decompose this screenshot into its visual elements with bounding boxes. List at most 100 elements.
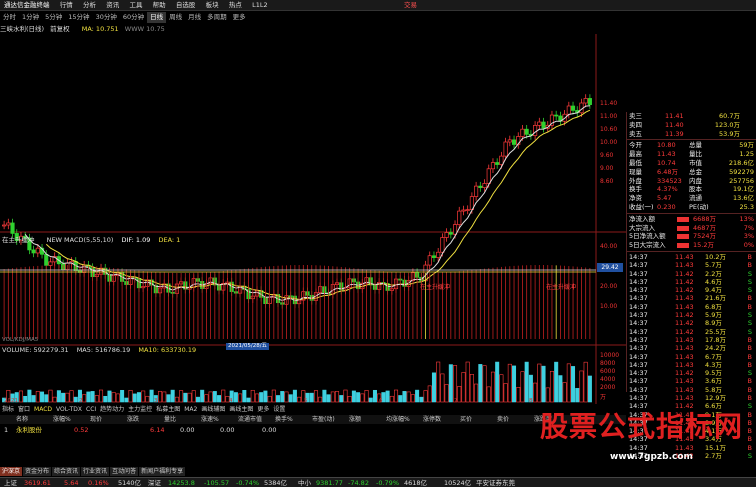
- indicator-tab[interactable]: CCI: [84, 405, 98, 414]
- indicator-tab[interactable]: 趋势动力: [98, 405, 126, 414]
- indicator-tab[interactable]: 画线辅图: [199, 405, 227, 414]
- stat-value: 59万: [739, 141, 754, 150]
- column-header[interactable]: 卖价: [497, 415, 509, 424]
- bottom-tab[interactable]: 资金分布: [23, 467, 52, 476]
- menu-item[interactable]: 板块: [202, 0, 223, 11]
- menu-item[interactable]: 自选股: [172, 0, 200, 11]
- indicator-tab[interactable]: 设置: [271, 405, 287, 414]
- menu-item[interactable]: 分析: [79, 0, 100, 11]
- volume-bar: [541, 365, 546, 403]
- indicator-tab[interactable]: MACD: [32, 405, 54, 414]
- candle-body: [10, 222, 15, 234]
- indicator-tab[interactable]: 主力监控: [126, 405, 154, 414]
- bottom-tab[interactable]: 新闻户福利专享: [139, 467, 186, 476]
- volume-bar: [524, 361, 529, 403]
- menu-item[interactable]: 热点: [225, 0, 246, 11]
- adj-label[interactable]: 前复权: [50, 25, 70, 33]
- timeframe-tab[interactable]: 周线: [166, 12, 185, 23]
- timeframe-tab[interactable]: 5分钟: [42, 12, 65, 23]
- timeframe-tab[interactable]: 更多: [230, 12, 249, 23]
- list-row[interactable]: 1 永利股份 0.52 6.14 0.00 0.00 0.00: [0, 426, 626, 435]
- indicator-tab[interactable]: MA2: [182, 405, 199, 414]
- tick-volume: 4.3万: [705, 360, 722, 369]
- stat-value: 1.25: [739, 150, 754, 159]
- column-header[interactable]: 现价: [90, 415, 102, 424]
- zx-value: 9381.77: [316, 479, 343, 487]
- stat-row: 最低 10.74 市值 218.6亿: [627, 159, 756, 168]
- stat-value: 10.80: [657, 141, 676, 150]
- broker: 平安证券东莞: [476, 479, 515, 487]
- stat-value: 218.6亿: [728, 158, 754, 167]
- candle-body: [478, 185, 483, 188]
- tick-time: 14:37: [629, 319, 648, 328]
- timeframe-tab[interactable]: 30分钟: [93, 12, 120, 23]
- column-header[interactable]: 涨幅%: [53, 415, 71, 424]
- flow-value: 15.2万: [693, 241, 714, 250]
- indicator-tab[interactable]: 窗口: [16, 405, 32, 414]
- indicator-tab[interactable]: VOL-TDX: [54, 405, 84, 414]
- column-header[interactable]: 均涨幅%: [386, 415, 410, 424]
- tick-price: 11.42: [675, 369, 694, 378]
- timeframe-tab[interactable]: 多周期: [204, 12, 230, 23]
- bottom-tab[interactable]: 互动问答: [110, 467, 139, 476]
- timeframe-tab[interactable]: 60分钟: [120, 12, 147, 23]
- column-header[interactable]: 流通市值: [238, 415, 262, 424]
- date-tick-label: 6: [379, 398, 383, 404]
- indicator-tab[interactable]: 私募主图: [154, 405, 182, 414]
- menu-item[interactable]: 行情: [56, 0, 77, 11]
- stat-row: 收益(一) 0.230 PE(动) 25.3: [627, 203, 756, 212]
- timeframe-tab[interactable]: 15分钟: [65, 12, 92, 23]
- column-header[interactable]: 涨速%: [201, 415, 219, 424]
- menu-item[interactable]: 资讯: [102, 0, 123, 11]
- tick-side: B: [747, 385, 752, 394]
- macd-annotation-2: 在主升缓冲: [546, 284, 577, 291]
- tick-volume: 25.5万: [705, 327, 726, 336]
- volume-bar: [453, 365, 458, 403]
- trade-button[interactable]: 交易: [404, 0, 417, 11]
- tick-side: S: [747, 319, 752, 328]
- menu-item[interactable]: 帮助: [149, 0, 170, 11]
- bottom-tab[interactable]: 综合资讯: [52, 467, 81, 476]
- macd-tick-label: 20.00: [600, 283, 618, 290]
- flow-label: 净流入额: [629, 214, 655, 223]
- tick-price: 11.43: [675, 252, 694, 261]
- column-header[interactable]: 名称: [16, 415, 28, 424]
- tick-side: S: [747, 311, 752, 320]
- indicator-tab[interactable]: 画线主图: [227, 405, 255, 414]
- tick-time: 14:37: [629, 252, 648, 261]
- timeframe-tab[interactable]: 月线: [185, 12, 204, 23]
- indicator-tab[interactable]: 指标: [0, 405, 16, 414]
- watermark-text: 股票公式指标网: [540, 410, 744, 443]
- tick-side: S: [747, 369, 752, 378]
- column-header[interactable]: 涨额: [349, 415, 361, 424]
- volume-bar: [478, 364, 483, 403]
- column-header[interactable]: 涨停数: [423, 415, 441, 424]
- candle-body: [44, 253, 49, 266]
- column-header[interactable]: 买价: [460, 415, 472, 424]
- candle-body: [2, 224, 7, 227]
- column-header[interactable]: 量比: [164, 415, 176, 424]
- stat-label: 量比: [689, 150, 702, 159]
- timeframe-tab[interactable]: 1分钟: [19, 12, 42, 23]
- price-tick-label: 11.00: [600, 113, 618, 120]
- candle-body: [444, 232, 449, 238]
- tick-side: S: [747, 277, 752, 286]
- timeframe-tab[interactable]: 日线: [147, 12, 167, 23]
- ask-label: 卖四: [629, 120, 642, 129]
- tick-volume: 2.2万: [705, 269, 722, 278]
- column-header[interactable]: 涨跌: [127, 415, 139, 424]
- timeframe-tab[interactable]: 分时: [0, 12, 19, 23]
- bottom-tab[interactable]: 沪深京: [0, 467, 23, 476]
- quote-panel: 卖三 11.41 60.7万 卖四 11.40 123.0万 卖五 11.39 53.9万 今开 1…: [626, 112, 756, 460]
- stat-label: 股本: [689, 185, 702, 194]
- menu-item[interactable]: 工具: [125, 0, 146, 11]
- status-bar: 上证 3619.61 5.64 0.16% 5140亿 深证 14253.8 -…: [0, 477, 756, 487]
- column-header[interactable]: 市盈(动): [312, 415, 335, 424]
- menu-item[interactable]: L1L2: [248, 0, 272, 11]
- bottom-tab[interactable]: 行业资讯: [81, 467, 110, 476]
- indicator-tab[interactable]: 更多: [255, 405, 271, 414]
- tick-volume: 5.8万: [705, 385, 722, 394]
- tick-time: 14:37: [629, 377, 648, 386]
- tick-price: 11.42: [675, 327, 694, 336]
- column-header[interactable]: 换手%: [275, 415, 293, 424]
